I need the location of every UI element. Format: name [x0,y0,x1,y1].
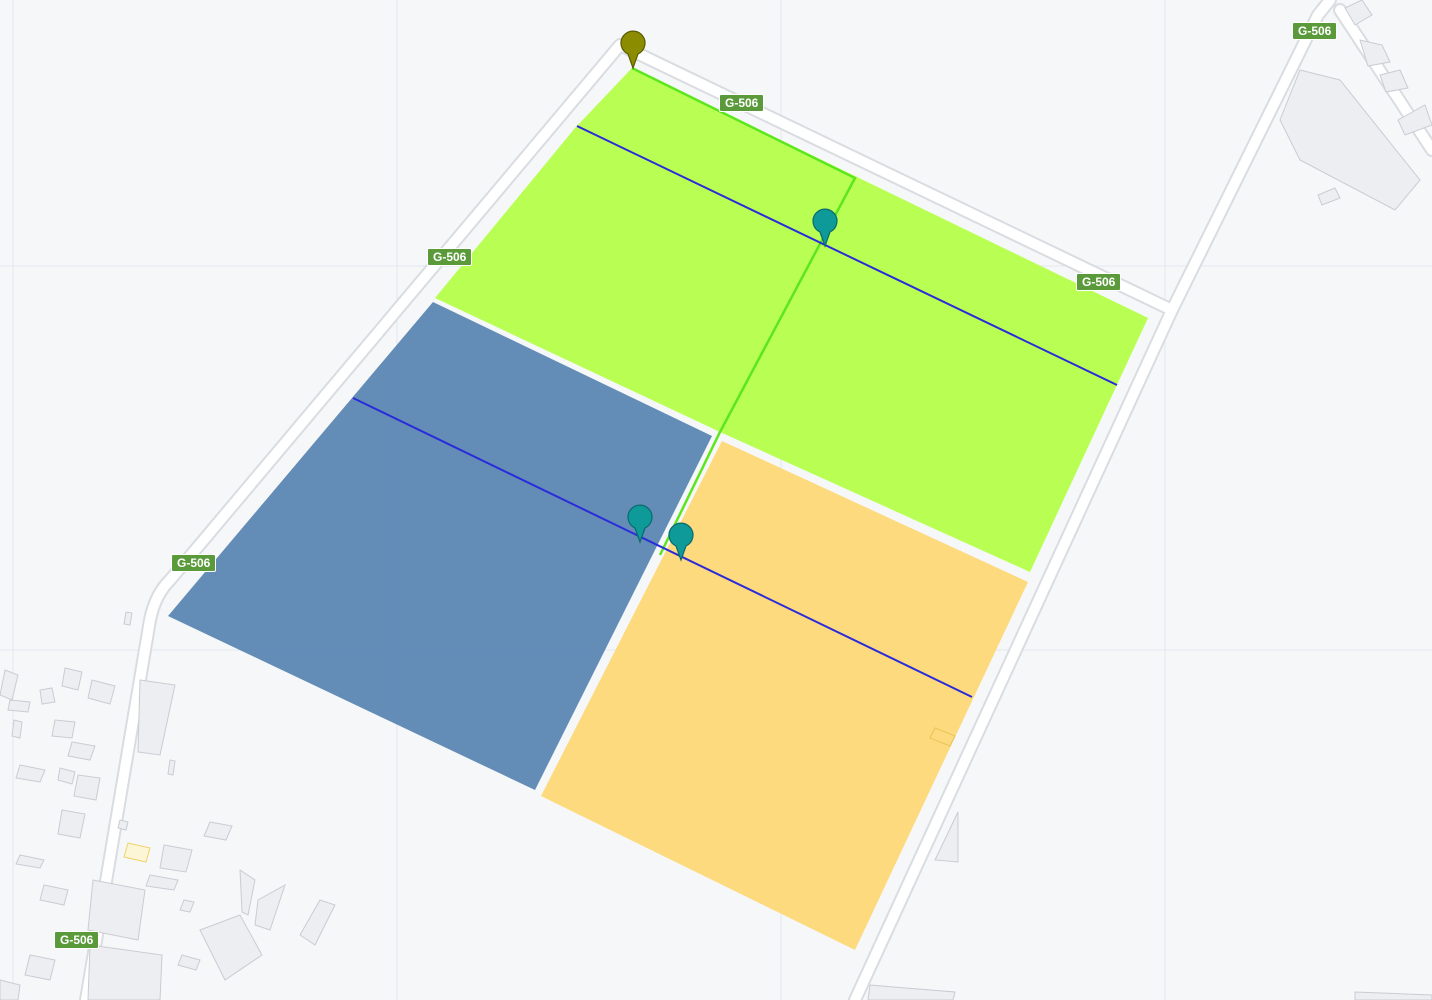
road-label: G-506 [1292,22,1338,40]
road-label: G-506 [719,94,765,112]
map-view[interactable]: G-506 G-506 G-506 G-506 G-506 G-506 [0,0,1432,1000]
road-label: G-506 [427,248,473,266]
field-parcels[interactable] [168,68,1148,950]
highlighted-building [123,842,151,863]
road-label: G-506 [171,554,217,572]
road-label: G-506 [54,931,100,949]
map-canvas[interactable] [0,0,1432,1000]
road-label: G-506 [1076,273,1122,291]
